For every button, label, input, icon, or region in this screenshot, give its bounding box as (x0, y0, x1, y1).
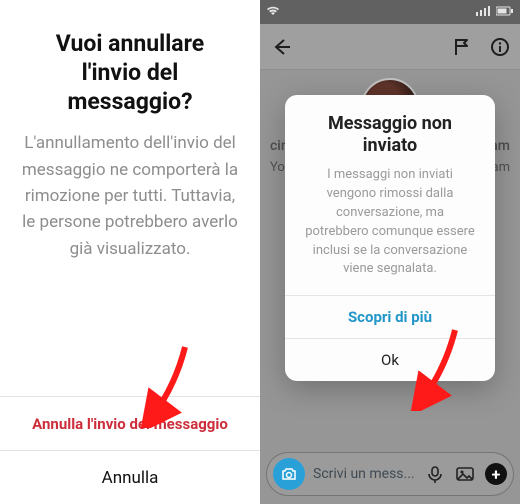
message-composer[interactable]: Scrivi un mess... + (266, 452, 514, 496)
unsend-confirm-dialog: Vuoi annullare l'invio del messaggio? L'… (0, 0, 260, 504)
cancel-button[interactable]: Annulla (0, 450, 260, 504)
spacer (0, 278, 260, 396)
composer-placeholder[interactable]: Scrivi un mess... (313, 466, 417, 482)
gallery-icon[interactable] (455, 464, 475, 484)
modal-body: I messaggi non inviati vengono rimossi d… (285, 166, 495, 295)
dialog-title: Vuoi annullare l'invio del messaggio? (0, 20, 260, 130)
dialog-body: L'annullamento dell'invio del messaggio … (0, 130, 260, 278)
mic-icon[interactable] (425, 464, 445, 484)
unsend-button[interactable]: Annulla l'invio del messaggio (0, 396, 260, 450)
modal-title: Messaggio non inviato (285, 95, 495, 166)
spacer (0, 0, 260, 20)
camera-button[interactable] (273, 458, 305, 490)
composer-actions: + (425, 463, 507, 485)
not-sent-modal: Messaggio non inviato I messaggi non inv… (285, 95, 495, 381)
learn-more-button[interactable]: Scopri di più (285, 295, 495, 338)
add-button[interactable]: + (485, 463, 507, 485)
chat-screen: cin am You am Messaggio non inviato I me… (260, 0, 520, 504)
ok-button[interactable]: Ok (285, 338, 495, 381)
